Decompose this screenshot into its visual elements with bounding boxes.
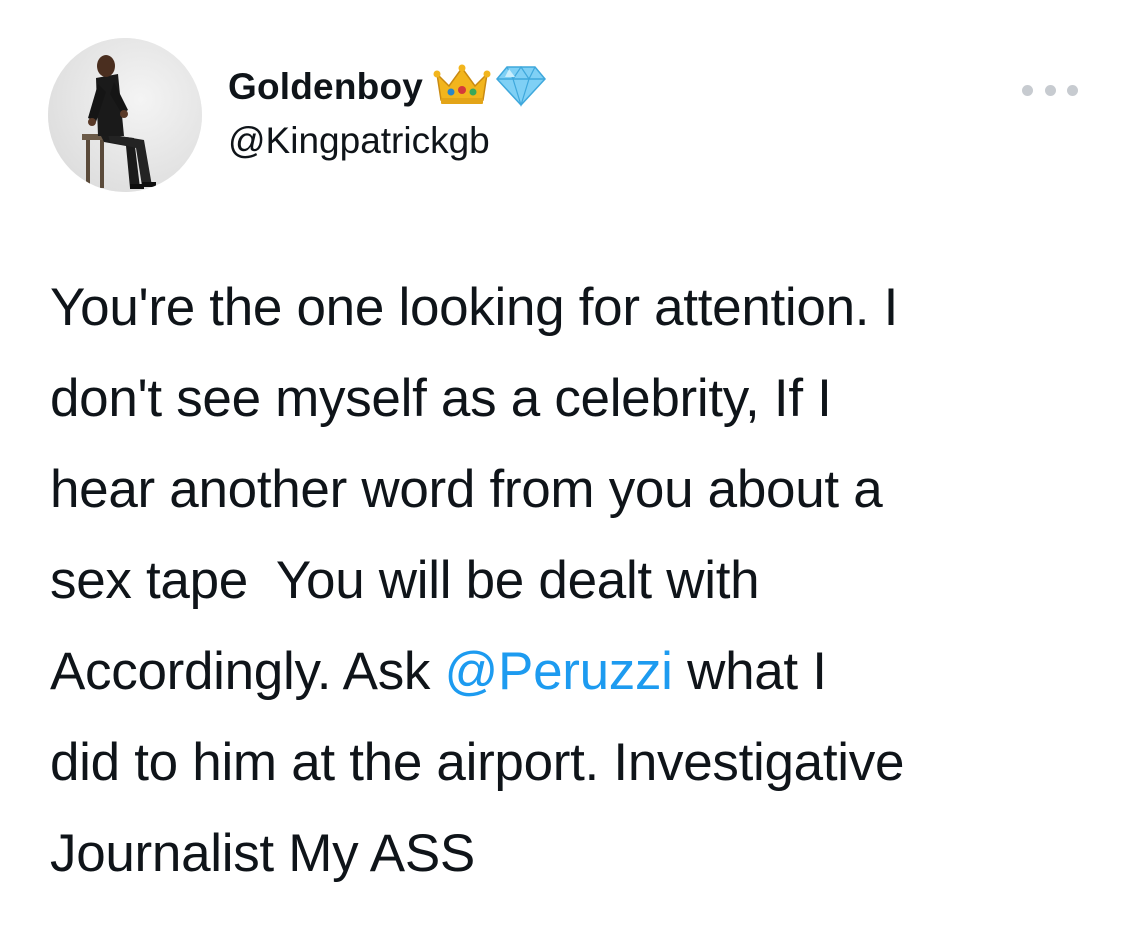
more-dot <box>1044 84 1056 96</box>
avatar[interactable] <box>48 38 202 192</box>
more-dot <box>1067 84 1078 96</box>
tweet-line: Journalist My ASS <box>50 824 475 883</box>
tweet-line: You're the one looking for attention. I <box>50 278 899 337</box>
display-name[interactable]: Goldenboy <box>228 66 423 108</box>
user-handle[interactable]: @Kingpatrickgb <box>228 120 547 162</box>
tweet-line: don't see myself as a celebrity, If I <box>50 369 832 428</box>
tweet-text: You're the one looking for attention. I … <box>50 262 1100 899</box>
user-info: Goldenboy @Kingpatrickgb <box>228 62 547 162</box>
tweet-text-segment: what I <box>672 642 827 701</box>
tweet-card: Goldenboy @Kingpatrickgb You're the one … <box>0 0 1125 950</box>
name-row: Goldenboy <box>228 62 547 112</box>
more-options-icon[interactable] <box>1022 72 1078 108</box>
tweet-line: did to him at the airport. Investigative <box>50 733 905 792</box>
more-dot <box>1022 84 1033 96</box>
tweet-line-with-mention: Accordingly. Ask @Peruzzi what I <box>50 626 1100 717</box>
avatar-photo <box>48 38 202 192</box>
mention-link[interactable]: @Peruzzi <box>445 642 673 701</box>
tweet-line: hear another word from you about a <box>50 460 883 519</box>
gem-emoji-icon <box>495 63 547 112</box>
tweet-text-segment: Accordingly. Ask <box>50 642 445 701</box>
crown-emoji-icon <box>433 64 491 111</box>
tweet-line: sex tape You will be dealt with <box>50 551 760 610</box>
